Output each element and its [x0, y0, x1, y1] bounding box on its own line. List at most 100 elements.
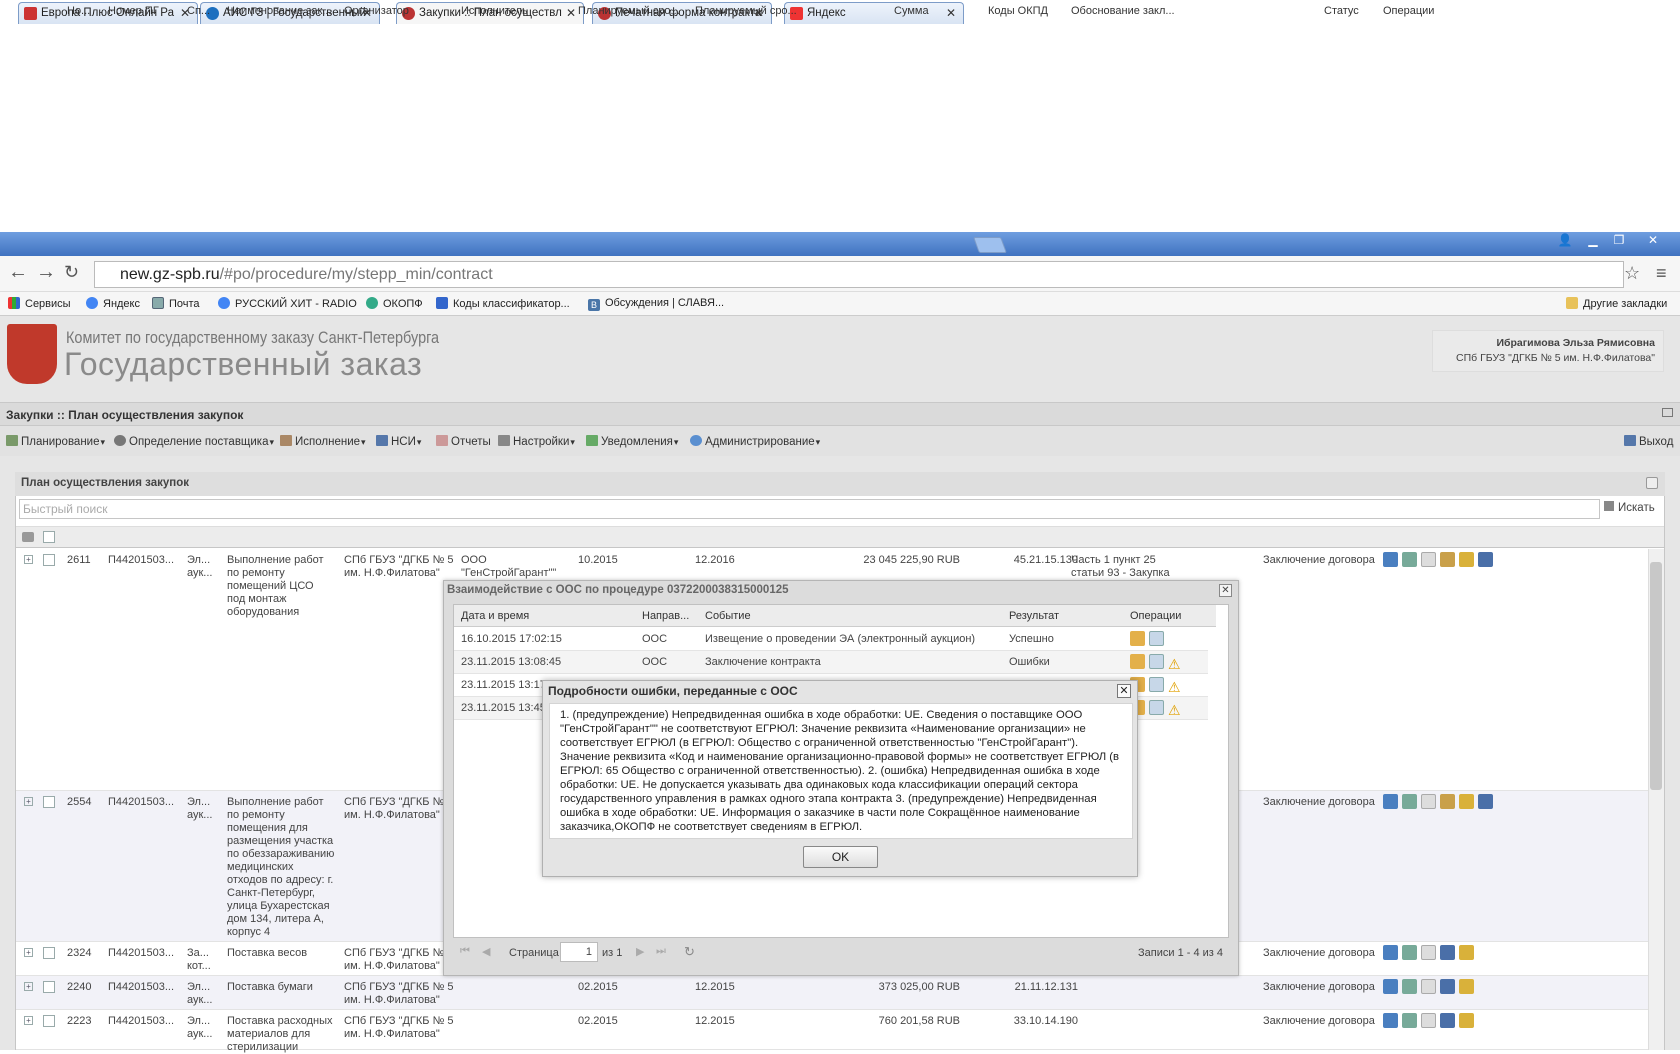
new-tab-button[interactable]	[973, 237, 1007, 253]
gear-icon[interactable]	[1402, 945, 1417, 960]
scroll-icon[interactable]	[1459, 945, 1474, 960]
reload-icon[interactable]: ↻	[64, 262, 79, 282]
list-item[interactable]: 23.11.2015 13:08:45 ООС Заключение контр…	[454, 651, 1208, 674]
row-checkbox[interactable]	[43, 554, 55, 566]
book-icon[interactable]	[1440, 945, 1455, 960]
gear-icon[interactable]	[1402, 552, 1417, 567]
ok-button[interactable]: OK	[803, 846, 878, 868]
bookmark-services[interactable]: Сервисы	[8, 297, 71, 310]
table-row[interactable]: + 2223 П44201503... Эл... аук... Поставк…	[16, 1010, 1648, 1053]
bookmark-discussions[interactable]: B Обсуждения | СЛАВЯ...	[588, 297, 724, 311]
close-icon[interactable]: ✕	[1117, 684, 1131, 698]
exit-button[interactable]: Выход	[1624, 435, 1674, 448]
library-icon[interactable]	[1478, 794, 1493, 809]
scroll-icon[interactable]	[1459, 1013, 1474, 1028]
col-okpd[interactable]: Коды ОКПД	[988, 5, 1048, 17]
col-event[interactable]: Событие	[705, 610, 751, 622]
bookmark-star-icon[interactable]: ☆	[1624, 263, 1640, 283]
row-checkbox[interactable]	[43, 947, 55, 959]
warning-icon[interactable]: ⚠	[1168, 680, 1183, 695]
col-name[interactable]: Наименование зак...	[227, 5, 335, 17]
tab-yandex[interactable]: Яндекс ✕	[784, 2, 964, 24]
chart-icon[interactable]	[1383, 979, 1398, 994]
book-icon[interactable]	[1440, 979, 1455, 994]
scroll-icon[interactable]	[1459, 552, 1474, 567]
package-icon[interactable]	[1130, 631, 1145, 646]
warning-icon[interactable]: ⚠	[1168, 703, 1183, 718]
col-operations[interactable]: Операции	[1383, 5, 1463, 17]
page-number-input[interactable]: 1	[560, 942, 598, 962]
warning-icon[interactable]: ⚠	[1168, 657, 1183, 672]
document-icon[interactable]	[1421, 794, 1436, 809]
menu-settings[interactable]: Настройки	[498, 435, 575, 448]
col-datetime[interactable]: Дата и время	[461, 610, 529, 622]
user-profile-icon[interactable]: 👤	[1552, 232, 1578, 250]
quick-search-input[interactable]: Быстрый поиск	[19, 499, 1600, 519]
first-page-icon[interactable]: ⏮	[460, 945, 470, 958]
minimize-icon[interactable]: ▁	[1580, 232, 1606, 250]
menu-notifications[interactable]: Уведомления	[586, 435, 678, 448]
package-icon[interactable]	[1130, 654, 1145, 669]
expand-icon[interactable]: +	[24, 1016, 33, 1025]
col-organizer[interactable]: Организатор	[344, 5, 454, 17]
menu-supplier[interactable]: Определение поставщика	[114, 435, 274, 448]
col-status[interactable]: Статус	[1324, 5, 1374, 17]
chart-icon[interactable]	[1383, 794, 1398, 809]
col-executor[interactable]: Исполнитель	[461, 5, 571, 17]
bookmark-other[interactable]: Другие закладки	[1566, 297, 1667, 310]
chart-icon[interactable]	[1383, 945, 1398, 960]
select-all-checkbox[interactable]	[43, 531, 55, 543]
prev-page-icon[interactable]: ◀	[482, 945, 490, 958]
menu-admin[interactable]: Администрирование	[690, 435, 820, 448]
expand-icon[interactable]: +	[24, 797, 33, 806]
col-sp[interactable]: Сп...	[187, 5, 217, 17]
scroll-icon[interactable]	[1459, 979, 1474, 994]
next-page-icon[interactable]: ▶	[636, 945, 644, 958]
col-basis[interactable]: Обоснование закл...	[1071, 5, 1181, 17]
scroll-icon[interactable]	[1459, 794, 1474, 809]
row-checkbox[interactable]	[43, 981, 55, 993]
refresh-icon[interactable]: ↻	[684, 944, 695, 960]
scrollbar-thumb[interactable]	[1650, 562, 1662, 790]
bookmark-radio[interactable]: РУССКИЙ ХИТ - RADIO	[218, 297, 357, 310]
document-icon[interactable]	[1149, 631, 1164, 646]
col-ops[interactable]: Операции	[1130, 610, 1181, 622]
bookmark-okopf[interactable]: ОКОПФ	[366, 297, 423, 310]
maximize-icon[interactable]: ❐	[1606, 232, 1632, 250]
last-page-icon[interactable]: ⏭	[656, 945, 666, 958]
list-item[interactable]: 16.10.2015 17:02:15 ООС Извещение о пров…	[454, 628, 1208, 651]
gear-icon[interactable]	[1402, 979, 1417, 994]
bookmark-mail[interactable]: Почта	[152, 297, 200, 310]
library-icon[interactable]	[1478, 552, 1493, 567]
close-icon[interactable]: ✕	[946, 3, 956, 24]
expand-icon[interactable]: +	[24, 948, 33, 957]
search-button[interactable]: Искать	[1604, 501, 1655, 514]
table-row[interactable]: + 2240 П44201503... Эл... аук... Поставк…	[16, 976, 1648, 1010]
collapse-icon[interactable]	[1662, 408, 1673, 417]
document-icon[interactable]	[1421, 1013, 1436, 1028]
document-icon[interactable]	[1149, 654, 1164, 669]
url-input[interactable]: new.gz-spb.ru/#po/procedure/my/stepp_min…	[94, 261, 1624, 288]
document-icon[interactable]	[1421, 945, 1436, 960]
expand-icon[interactable]: +	[24, 982, 33, 991]
document-icon[interactable]	[1149, 677, 1164, 692]
expand-icon[interactable]: +	[24, 555, 33, 564]
row-checkbox[interactable]	[43, 796, 55, 808]
document-icon[interactable]	[1149, 700, 1164, 715]
chart-icon[interactable]	[1383, 1013, 1398, 1028]
menu-reports[interactable]: Отчеты	[436, 435, 492, 448]
row-checkbox[interactable]	[43, 1015, 55, 1027]
col-pg[interactable]: Номер ПГ	[108, 5, 176, 17]
menu-planning[interactable]: Планирование	[6, 435, 105, 448]
menu-nsi[interactable]: НСИ	[376, 435, 421, 448]
col-direction[interactable]: Направ...	[642, 610, 689, 622]
menu-icon[interactable]: ≡	[1656, 263, 1667, 283]
close-window-icon[interactable]: ✕	[1640, 232, 1666, 250]
emblem-icon[interactable]	[1440, 552, 1455, 567]
col-plan-date2[interactable]: Планируемый сро...	[695, 5, 803, 17]
col-no[interactable]: Но...	[67, 5, 97, 17]
emblem-icon[interactable]	[1440, 794, 1455, 809]
bookmark-yandex[interactable]: Яндекс	[86, 297, 140, 310]
gear-icon[interactable]	[1402, 794, 1417, 809]
col-plan-date1[interactable]: Планируемый сро...	[578, 5, 686, 17]
